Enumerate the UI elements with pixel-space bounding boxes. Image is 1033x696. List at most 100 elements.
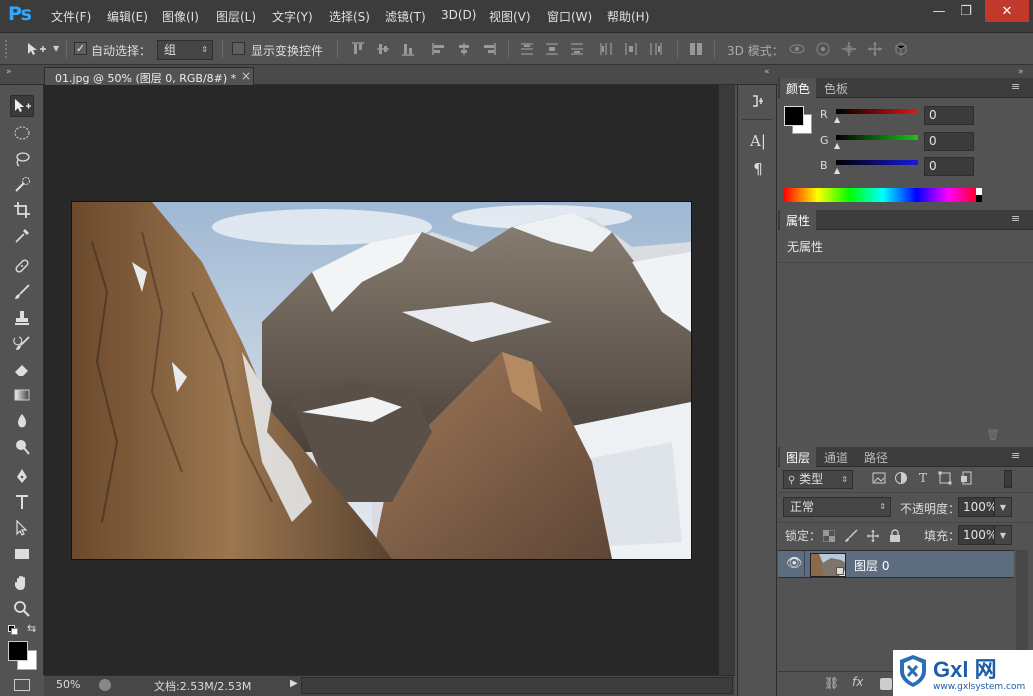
layer-name[interactable]: 图层 0 — [854, 557, 889, 574]
hand-tool-icon[interactable] — [10, 572, 34, 594]
spectrum-black-chip[interactable] — [976, 195, 982, 202]
clone-stamp-tool-icon[interactable] — [10, 307, 34, 329]
lock-image-icon[interactable] — [844, 529, 858, 543]
align-left-icon[interactable] — [431, 41, 447, 57]
link-layers-icon[interactable]: ⛓ — [824, 676, 839, 690]
menu-image[interactable]: 图像(I) — [162, 8, 199, 25]
color-foreground-swatch[interactable] — [784, 106, 804, 126]
tab-channels[interactable]: 通道 — [818, 447, 854, 468]
filter-pixel-icon[interactable] — [872, 471, 886, 485]
brush-tool-icon[interactable] — [10, 281, 34, 303]
color-spectrum-bar[interactable] — [784, 188, 982, 202]
swap-colors-icon[interactable]: ⇆ — [27, 622, 36, 635]
tab-swatches[interactable]: 色板 — [818, 78, 854, 99]
auto-select-target-dropdown[interactable]: 组 ⇕ — [157, 40, 213, 60]
eye-visibility-icon[interactable]: 👁 — [786, 556, 803, 571]
gradient-tool-icon[interactable] — [10, 384, 34, 406]
screen-mode-icon[interactable] — [14, 679, 30, 691]
fill-dropdown-arrow-icon[interactable]: ▼ — [994, 525, 1012, 545]
foreground-color-swatch[interactable] — [8, 641, 28, 661]
filter-type-icon[interactable]: T — [916, 471, 930, 485]
tab-layers[interactable]: 图层 — [780, 447, 817, 468]
3d-rotate-icon[interactable] — [788, 41, 806, 57]
distribute-left-icon[interactable] — [598, 41, 614, 57]
filter-adjustment-icon[interactable] — [894, 471, 908, 485]
opacity-dropdown-arrow-icon[interactable]: ▼ — [994, 497, 1012, 517]
strip-collapse-icon[interactable]: « — [764, 67, 770, 77]
3d-slide-icon[interactable] — [866, 41, 884, 57]
blend-mode-dropdown[interactable]: 正常 ⇕ — [783, 497, 891, 517]
menu-view[interactable]: 视图(V) — [489, 8, 531, 25]
character-panel-icon[interactable]: A| — [748, 131, 768, 151]
layer-row[interactable]: 👁 图层 0 — [778, 550, 1014, 579]
auto-select-checkbox[interactable]: ✓ — [74, 42, 87, 55]
opacity-input[interactable]: 100% — [958, 497, 997, 517]
type-tool-icon[interactable] — [10, 491, 34, 513]
close-button[interactable]: ✕ — [985, 0, 1029, 22]
filter-toggle-switch[interactable] — [1004, 470, 1012, 488]
toolbox-collapse-icon[interactable]: » — [6, 67, 12, 77]
distribute-right-icon[interactable] — [648, 41, 664, 57]
crop-tool-icon[interactable] — [10, 199, 34, 221]
slider-thumb-icon[interactable]: ▲ — [834, 115, 840, 124]
history-brush-tool-icon[interactable] — [10, 333, 34, 355]
tab-paths[interactable]: 路径 — [858, 447, 894, 468]
eyedropper-tool-icon[interactable] — [10, 225, 34, 247]
distribute-top-icon[interactable] — [519, 41, 535, 57]
channel-r-input[interactable]: 0 — [924, 106, 974, 125]
tab-properties[interactable]: 属性 — [780, 210, 817, 231]
document-tab[interactable]: 01.jpg @ 50% (图层 0, RGB/8#) * × — [44, 67, 254, 85]
channel-g-input[interactable]: 0 — [924, 132, 974, 151]
zoom-tool-icon[interactable] — [10, 598, 34, 620]
dodge-tool-icon[interactable] — [10, 436, 34, 458]
align-bottom-icon[interactable] — [400, 41, 416, 57]
fx-icon[interactable]: fx — [852, 675, 863, 689]
history-panel-icon[interactable] — [748, 91, 768, 111]
zoom-level[interactable]: 50% — [56, 678, 80, 691]
lock-all-icon[interactable] — [888, 529, 902, 543]
align-vcenter-icon[interactable] — [375, 41, 391, 57]
grip-handle[interactable] — [5, 40, 10, 58]
horizontal-scrollbar[interactable] — [301, 677, 733, 694]
layer-filter-dropdown[interactable]: ⚲ 类型 ⇕ — [783, 470, 853, 489]
panel-menu-icon[interactable]: ≡ — [1011, 80, 1020, 93]
align-hcenter-icon[interactable] — [456, 41, 472, 57]
channel-r-slider[interactable] — [836, 109, 918, 114]
distribute-vcenter-icon[interactable] — [544, 41, 560, 57]
align-top-icon[interactable] — [350, 41, 366, 57]
show-transform-checkbox[interactable] — [232, 42, 245, 55]
path-selection-tool-icon[interactable] — [10, 517, 34, 539]
healing-brush-tool-icon[interactable] — [10, 255, 34, 277]
lock-position-icon[interactable] — [866, 529, 880, 543]
channel-g-slider[interactable] — [836, 135, 918, 140]
distribute-bottom-icon[interactable] — [569, 41, 585, 57]
eraser-tool-icon[interactable] — [10, 358, 34, 380]
chevron-down-icon[interactable]: ▼ — [53, 44, 59, 53]
channel-b-input[interactable]: 0 — [924, 157, 974, 176]
document-image[interactable] — [72, 202, 691, 559]
slider-thumb-icon[interactable]: ▲ — [834, 141, 840, 150]
blur-tool-icon[interactable] — [10, 410, 34, 432]
distribute-hcenter-icon[interactable] — [623, 41, 639, 57]
filter-shape-icon[interactable] — [938, 471, 952, 485]
menu-edit[interactable]: 编辑(E) — [107, 8, 148, 25]
move-tool-preset-icon[interactable] — [26, 41, 50, 55]
menu-filter[interactable]: 滤镜(T) — [385, 8, 426, 25]
channel-b-slider[interactable] — [836, 160, 918, 165]
menu-type[interactable]: 文字(Y) — [272, 8, 313, 25]
lock-transparent-icon[interactable] — [822, 529, 836, 543]
align-right-icon[interactable] — [481, 41, 497, 57]
marquee-tool-icon[interactable] — [10, 122, 34, 144]
3d-scale-icon[interactable] — [892, 41, 910, 57]
default-colors-icon[interactable] — [8, 625, 18, 635]
move-tool-icon[interactable] — [10, 95, 34, 117]
document-tab-close-icon[interactable]: × — [241, 69, 251, 83]
quick-select-tool-icon[interactable] — [10, 174, 34, 196]
pen-tool-icon[interactable] — [10, 465, 34, 487]
dock-collapse-icon[interactable]: » — [1018, 67, 1024, 77]
trash-icon[interactable]: 🗑 — [986, 428, 1000, 441]
menu-layer[interactable]: 图层(L) — [216, 8, 256, 25]
share-status-icon[interactable] — [99, 679, 111, 691]
lasso-tool-icon[interactable] — [10, 148, 34, 170]
menu-window[interactable]: 窗口(W) — [547, 8, 592, 25]
